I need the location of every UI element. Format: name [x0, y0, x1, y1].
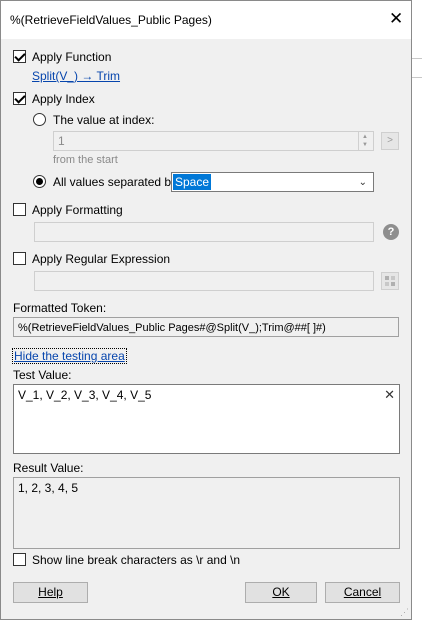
- result-value-label: Result Value:: [13, 461, 84, 475]
- regex-input[interactable]: [34, 271, 374, 291]
- stepper-up-icon[interactable]: ▲: [362, 134, 368, 140]
- formatted-token-label: Formatted Token:: [13, 301, 107, 315]
- formatted-token-field[interactable]: %(RetrieveFieldValues_Public Pages#@Spli…: [13, 317, 399, 337]
- chevron-down-icon[interactable]: ⌄: [359, 177, 367, 188]
- apply-index-checkbox[interactable]: [13, 92, 26, 105]
- title-bar: %(RetrieveFieldValues_Public Pages) ✕: [1, 1, 411, 39]
- hide-testing-link[interactable]: Hide the testing area: [12, 348, 127, 364]
- dialog-window: %(RetrieveFieldValues_Public Pages) ✕ Ap…: [0, 0, 412, 620]
- test-value-textarea[interactable]: V_1, V_2, V_3, V_4, V_5 ✕: [13, 384, 400, 454]
- apply-function-checkbox[interactable]: [13, 50, 26, 63]
- value-at-index-label: The value at index:: [53, 113, 155, 127]
- ok-button[interactable]: OK: [245, 582, 317, 603]
- apply-function-label: Apply Function: [32, 50, 112, 64]
- cancel-button[interactable]: Cancel: [325, 582, 400, 603]
- result-value-text: 1, 2, 3, 4, 5: [18, 481, 79, 495]
- help-button[interactable]: Help: [13, 582, 88, 603]
- result-value-textarea[interactable]: 1, 2, 3, 4, 5: [13, 477, 400, 549]
- value-at-index-radio[interactable]: [33, 113, 46, 126]
- apply-index-label: Apply Index: [32, 92, 95, 106]
- from-start-label: from the start: [53, 154, 118, 166]
- apply-regex-label: Apply Regular Expression: [32, 252, 171, 266]
- test-value-label: Test Value:: [13, 368, 72, 382]
- index-input[interactable]: 1: [53, 131, 374, 151]
- test-value-text: V_1, V_2, V_3, V_4, V_5: [18, 388, 152, 402]
- index-arrow-button[interactable]: >: [381, 132, 399, 150]
- all-values-radio[interactable]: [33, 175, 46, 188]
- show-linebreaks-label: Show line break characters as \r and \n: [32, 553, 241, 567]
- index-stepper[interactable]: ▲ ▼: [358, 132, 372, 150]
- apply-formatting-checkbox[interactable]: [13, 203, 26, 216]
- apply-regex-checkbox[interactable]: [13, 252, 26, 265]
- separator-select[interactable]: Space ⌄: [171, 172, 374, 192]
- apply-formatting-label: Apply Formatting: [32, 203, 123, 217]
- stepper-down-icon[interactable]: ▼: [362, 142, 368, 148]
- function-link[interactable]: Split(V_) → Trim: [32, 69, 120, 83]
- close-icon[interactable]: ✕: [389, 10, 403, 27]
- background-window-strip: [412, 58, 422, 78]
- help-icon[interactable]: ?: [383, 224, 399, 240]
- clear-icon[interactable]: ✕: [384, 387, 395, 403]
- show-linebreaks-checkbox[interactable]: [13, 553, 26, 566]
- formatting-input[interactable]: [34, 222, 374, 242]
- separator-selected-value: Space: [173, 174, 212, 190]
- dialog-title: %(RetrieveFieldValues_Public Pages): [10, 13, 212, 27]
- all-values-label: All values separated by:: [53, 175, 181, 189]
- regex-builder-icon[interactable]: [381, 272, 399, 290]
- resize-grip-icon[interactable]: ⋰: [400, 607, 409, 618]
